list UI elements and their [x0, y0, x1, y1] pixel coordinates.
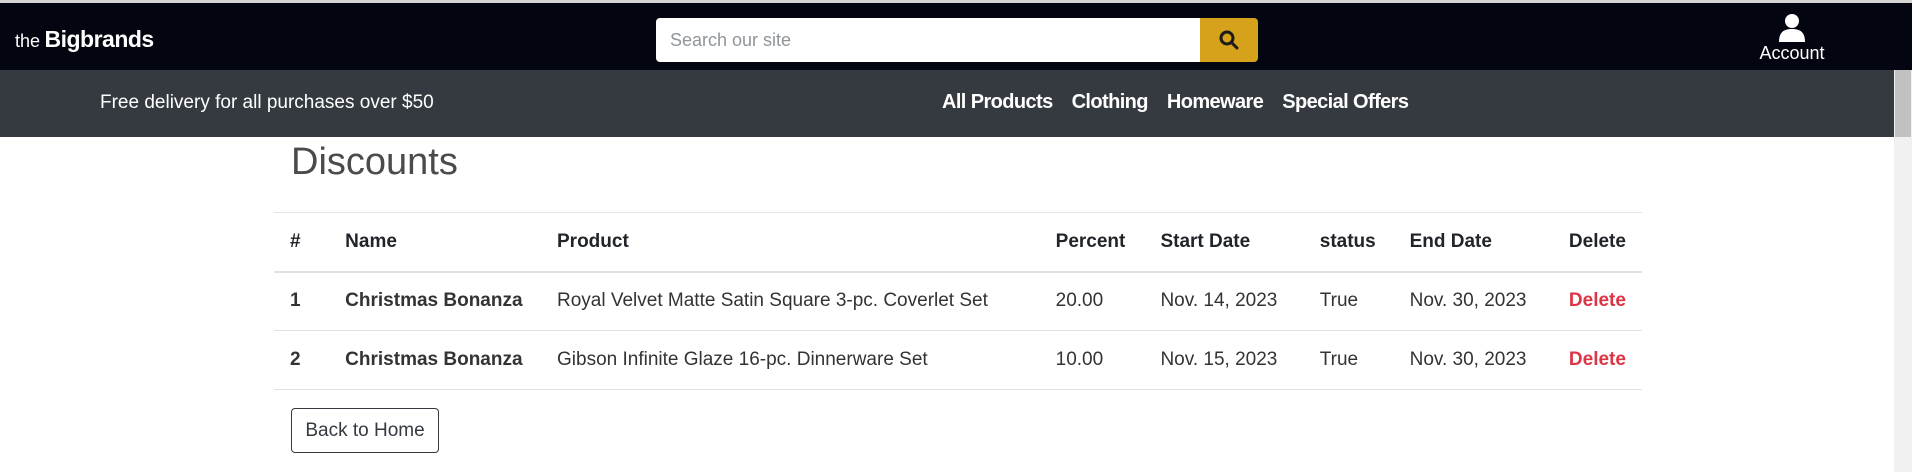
account-link[interactable]: Account — [1748, 13, 1836, 69]
page-title: Discounts — [291, 141, 458, 183]
cell-end-date: Nov. 30, 2023 — [1409, 349, 1527, 370]
cell-number: 1 — [290, 290, 301, 312]
main-nav: All Products Clothing Homeware Special O… — [942, 91, 1409, 114]
cell-delete: Delete — [1553, 331, 1642, 390]
cell-percent: 10.00 — [1055, 349, 1104, 370]
delete-link[interactable]: Delete — [1569, 290, 1626, 311]
column-header-number: # — [290, 230, 301, 252]
cell-delete: Delete — [1553, 272, 1642, 331]
search-button[interactable] — [1200, 18, 1258, 62]
nav-homeware[interactable]: Homeware — [1167, 91, 1264, 114]
column-header-product: Product — [557, 230, 629, 252]
cell-end-date: Nov. 30, 2023 — [1409, 290, 1527, 312]
cell-number: 2 — [290, 349, 301, 370]
top-header: the Bigbrands Account — [0, 0, 1912, 70]
cell-start-date: Nov. 15, 2023 — [1160, 349, 1278, 370]
table-header-row: # Name Product Percent Start Date status… — [274, 212, 1642, 272]
delivery-banner: Free delivery for all purchases over $50 — [100, 92, 434, 113]
page: the Bigbrands Account Free delivery for … — [0, 0, 1912, 472]
cell-percent: 20.00 — [1055, 290, 1104, 312]
nav-clothing[interactable]: Clothing — [1072, 91, 1149, 114]
delete-link[interactable]: Delete — [1569, 349, 1626, 370]
brand-name: Bigbrands — [44, 26, 154, 52]
cell-product: Royal Velvet Matte Satin Square 3-pc. Co… — [557, 290, 988, 312]
column-header-status: status — [1319, 230, 1376, 252]
column-header-name: Name — [345, 230, 397, 252]
cell-status: True — [1319, 349, 1359, 370]
column-header-delete: Delete — [1568, 230, 1626, 252]
page-scrollbar[interactable] — [1894, 70, 1912, 472]
discounts-table: # Name Product Percent Start Date status… — [274, 212, 1642, 390]
scrollbar-thumb[interactable] — [1895, 70, 1911, 137]
brand-prefix: the — [15, 31, 41, 51]
column-header-start-date: Start Date — [1160, 230, 1251, 252]
cell-name: Christmas Bonanza — [345, 290, 523, 312]
nav-special-offers[interactable]: Special Offers — [1282, 91, 1409, 114]
brand-logo[interactable]: the Bigbrands — [15, 26, 154, 53]
cell-start-date: Nov. 14, 2023 — [1160, 290, 1278, 312]
cell-product: Gibson Infinite Glaze 16-pc. Dinnerware … — [557, 349, 928, 370]
column-header-end-date: End Date — [1409, 230, 1492, 252]
search-input[interactable] — [656, 18, 1200, 62]
cell-name: Christmas Bonanza — [345, 349, 523, 370]
search-icon — [1219, 30, 1239, 50]
table-row: 2 Christmas Bonanza Gibson Infinite Glaz… — [274, 331, 1642, 390]
account-label: Account — [1759, 43, 1825, 63]
table-row: 1 Christmas Bonanza Royal Velvet Matte S… — [274, 272, 1642, 331]
user-icon — [1779, 14, 1805, 42]
cell-status: True — [1319, 290, 1359, 312]
nav-all-products[interactable]: All Products — [942, 91, 1053, 114]
back-to-home-button[interactable]: Back to Home — [291, 408, 439, 453]
nav-bar: Free delivery for all purchases over $50… — [0, 70, 1894, 137]
column-header-percent: Percent — [1055, 230, 1126, 252]
